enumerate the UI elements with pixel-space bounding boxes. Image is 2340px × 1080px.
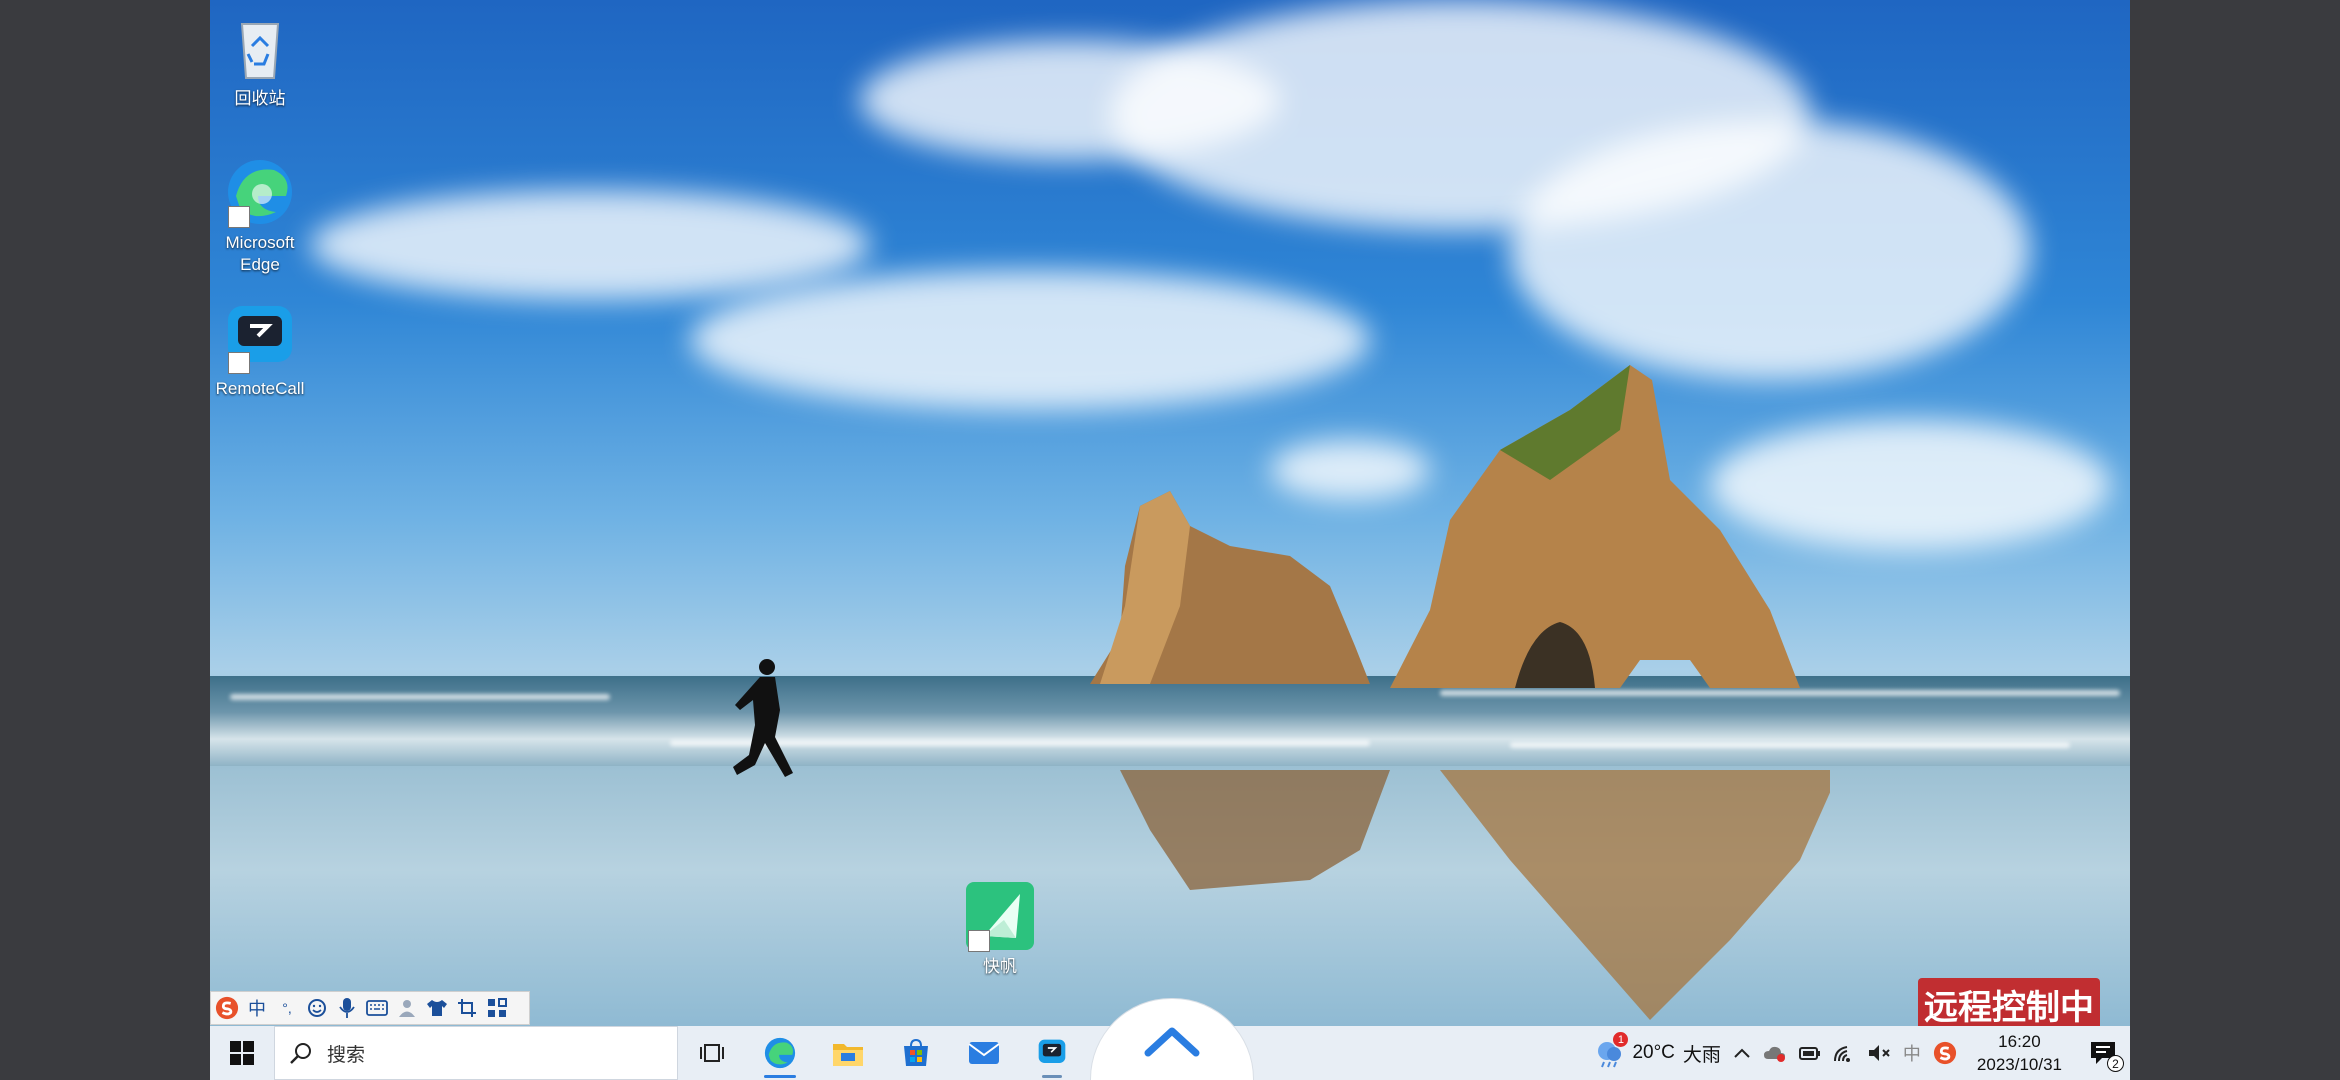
windows-logo-icon xyxy=(230,1041,254,1065)
task-view-icon xyxy=(700,1044,724,1062)
edge-icon xyxy=(764,1037,796,1069)
user-icon[interactable] xyxy=(395,996,419,1020)
notification-center-button[interactable]: 2 xyxy=(2076,1026,2130,1080)
keyboard-icon[interactable] xyxy=(365,996,389,1020)
clock-time: 16:20 xyxy=(1998,1032,2041,1051)
remote-desktop-screen: 回收站 Microsoft Edge RemoteCall 快帆 中 °, 远程… xyxy=(210,0,2130,1080)
taskbar-clock[interactable]: 16:20 2023/10/31 xyxy=(1963,1030,2076,1076)
taskbar-microsoft-store[interactable] xyxy=(882,1026,950,1080)
start-button[interactable] xyxy=(210,1026,274,1080)
ime-mode-toggle[interactable]: 中 xyxy=(245,996,269,1020)
weather-temperature: 20°C xyxy=(1632,1042,1675,1063)
onedrive-error-icon[interactable] xyxy=(1757,1026,1793,1080)
ime-language-indicator[interactable]: 中 xyxy=(1897,1026,1927,1080)
microphone-icon[interactable] xyxy=(335,996,359,1020)
desktop-icon-recycle-bin[interactable]: 回收站 xyxy=(210,12,310,110)
recycle-bin-icon xyxy=(224,12,296,84)
weather-widget[interactable]: 1 20°C 大雨 xyxy=(1588,1026,1726,1080)
desktop-icon-label: 回收站 xyxy=(234,89,286,108)
show-hidden-icons-button[interactable] xyxy=(1727,1026,1757,1080)
taskbar-edge[interactable] xyxy=(746,1026,814,1080)
store-icon xyxy=(904,1038,928,1066)
rock-left xyxy=(1090,491,1370,684)
taskbar-mail[interactable] xyxy=(950,1026,1018,1080)
desktop-icon-kuaifan[interactable]: 快帆 xyxy=(950,880,1050,978)
system-tray: 1 20°C 大雨 中 16:20 2023/10/31 2 xyxy=(1588,1026,2130,1080)
emoji-icon[interactable] xyxy=(305,996,329,1020)
mail-icon xyxy=(968,1042,1000,1064)
remotecall-icon xyxy=(224,302,296,374)
battery-icon[interactable] xyxy=(1793,1026,1827,1080)
toolbox-grid-icon[interactable] xyxy=(485,996,509,1020)
taskbar-remotecall[interactable] xyxy=(1018,1026,1086,1080)
shortcut-arrow-icon xyxy=(968,930,990,952)
weather-rain-icon: 1 xyxy=(1594,1032,1629,1068)
chevron-up-icon xyxy=(1144,1027,1200,1057)
ime-punctuation-toggle[interactable]: °, xyxy=(275,996,299,1020)
rock-right xyxy=(1390,365,1800,688)
skin-shirt-icon[interactable] xyxy=(425,996,449,1020)
sogou-tray-icon[interactable] xyxy=(1927,1026,1963,1080)
search-icon xyxy=(290,1043,311,1064)
crop-icon[interactable] xyxy=(455,996,479,1020)
taskbar-search-box[interactable]: 搜索 xyxy=(274,1026,678,1080)
shortcut-arrow-icon xyxy=(228,352,250,374)
desktop-icon-remotecall[interactable]: RemoteCall xyxy=(210,302,310,400)
remote-control-badge: 远程控制中 xyxy=(1918,978,2100,1031)
remotecall-icon xyxy=(1038,1039,1066,1063)
desktop-icon-label: 快帆 xyxy=(983,957,1017,976)
runner-silhouette xyxy=(733,659,793,777)
weather-condition: 大雨 xyxy=(1682,1044,1721,1066)
search-placeholder: 搜索 xyxy=(327,1044,366,1066)
ime-toolbar: 中 °, xyxy=(210,991,530,1025)
volume-muted-icon[interactable] xyxy=(1861,1026,1897,1080)
edge-icon xyxy=(224,156,296,228)
network-icon[interactable] xyxy=(1827,1026,1861,1080)
weather-alert-badge: 1 xyxy=(1613,1032,1629,1047)
desktop-icon-label: Microsoft Edge xyxy=(225,233,295,274)
taskbar-file-explorer[interactable] xyxy=(814,1026,882,1080)
notification-count-badge: 2 xyxy=(2107,1055,2124,1072)
clock-date: 2023/10/31 xyxy=(1976,1055,2062,1074)
kuaifan-icon xyxy=(964,880,1036,952)
desktop-icon-microsoft-edge[interactable]: Microsoft Edge xyxy=(210,156,310,276)
chevron-up-icon xyxy=(1734,1048,1750,1058)
desktop-icon-label: RemoteCall xyxy=(215,379,305,398)
sogou-logo-icon[interactable] xyxy=(215,996,239,1020)
reflection xyxy=(1120,770,1830,1020)
shortcut-arrow-icon xyxy=(228,206,250,228)
folder-icon xyxy=(833,1044,863,1066)
task-view-button[interactable] xyxy=(678,1026,746,1080)
